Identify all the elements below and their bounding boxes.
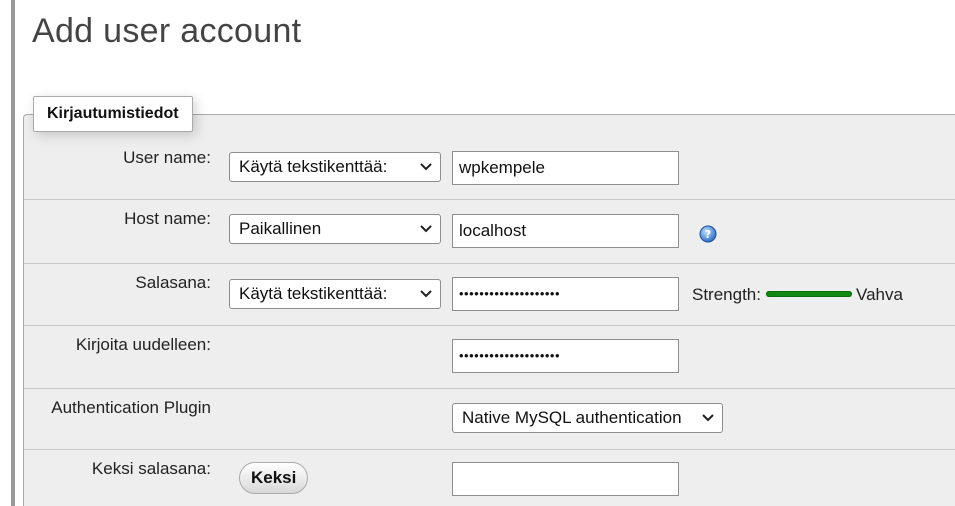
user-name-row: User name: Käytä tekstikenttää: wpkempel… [24,139,955,200]
generated-password-input[interactable] [452,462,679,496]
chevron-down-icon [420,225,432,233]
user-name-type-value: Käytä tekstikenttää: [239,157,388,176]
password-type-select[interactable]: Käytä tekstikenttää: [229,279,441,309]
left-border-rule [11,0,15,506]
auth-plugin-select[interactable]: Native MySQL authentication [452,403,723,433]
user-name-label: User name: [123,148,211,167]
retype-password-label: Kirjoita uudelleen: [75,335,211,354]
generate-password-row: Keksi salasana: Keksi [24,450,955,506]
retype-password-row: Kirjoita uudelleen: •••••••••••••••••••• [24,326,955,389]
host-name-input[interactable]: localhost [452,214,679,248]
generate-password-button[interactable]: Keksi [239,462,309,494]
password-strength-meter: Strength: Vahva [692,285,903,305]
strength-value: Vahva [856,285,903,304]
host-name-type-select[interactable]: Paikallinen [229,214,441,244]
host-name-label: Host name: [124,209,211,228]
page-title: Add user account [32,12,302,50]
strength-bar [766,291,852,298]
chevron-down-icon [420,163,432,171]
password-row: Salasana: Käytä tekstikenttää: •••••••••… [24,264,955,326]
generate-password-label: Keksi salasana: [91,459,211,478]
retype-password-input[interactable]: •••••••••••••••••••• [452,339,679,373]
page: Add user account Kirjautumistiedot User … [0,0,955,506]
auth-plugin-row: Authentication Plugin Native MySQL authe… [24,389,955,450]
chevron-down-icon [420,290,432,298]
password-label: Salasana: [135,273,211,292]
auth-plugin-label: Authentication Plugin [51,398,211,417]
password-input[interactable]: •••••••••••••••••••• [452,277,679,311]
user-name-input[interactable]: wpkempele [452,151,679,185]
user-name-type-select[interactable]: Käytä tekstikenttää: [229,152,441,182]
password-type-value: Käytä tekstikenttää: [239,284,388,303]
question-help-icon[interactable]: ? [699,225,717,243]
host-name-type-value: Paikallinen [239,219,322,238]
svg-text:?: ? [705,228,711,241]
auth-plugin-value: Native MySQL authentication [462,408,682,427]
strength-label: Strength: [692,285,761,304]
chevron-down-icon [702,414,714,422]
host-name-row: Host name: Paikallinen localhost ? [24,200,955,264]
fieldset-legend: Kirjautumistiedot [33,96,193,132]
